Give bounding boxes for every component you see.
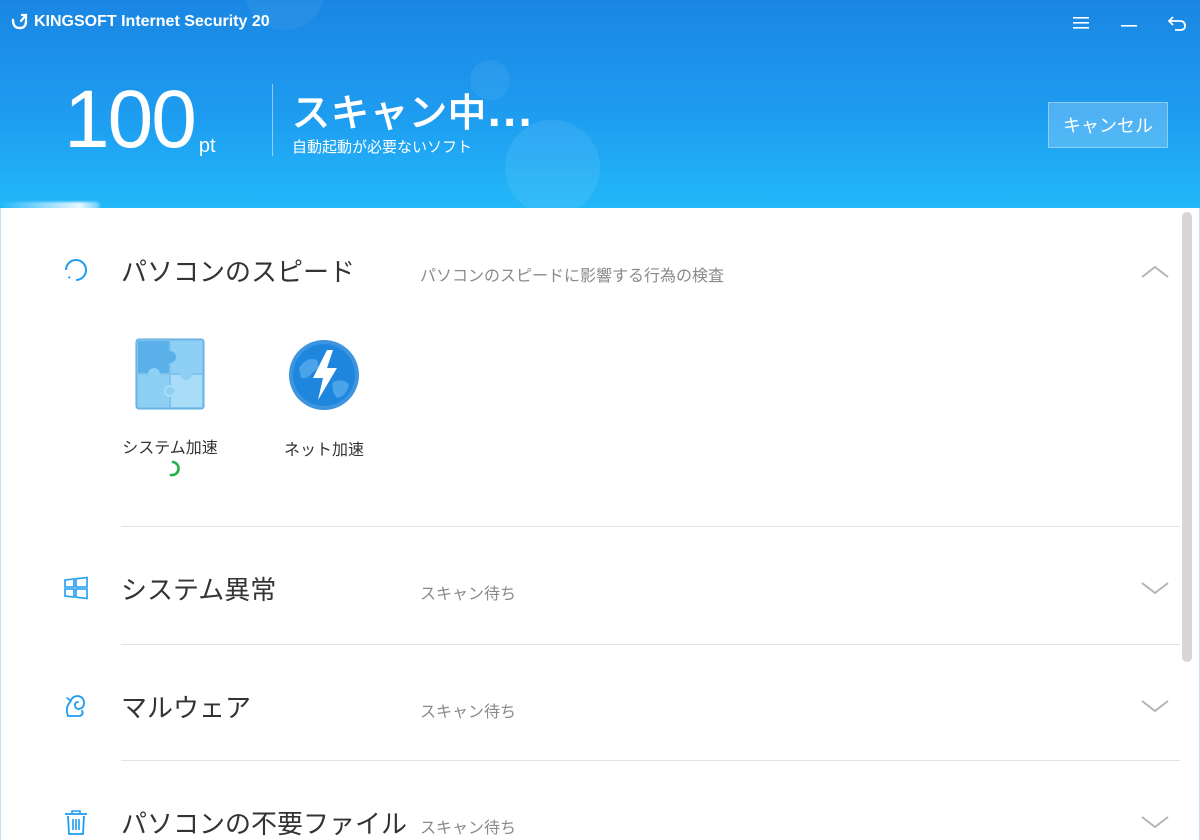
- minimize-button[interactable]: [1118, 10, 1140, 36]
- scan-status-subtitle: 自動起動が必要ないソフト: [292, 138, 473, 156]
- cancel-button[interactable]: キャンセル: [1048, 102, 1168, 148]
- loading-spinner-icon: [169, 460, 180, 477]
- puzzle-icon: [135, 338, 205, 410]
- section-title: パソコンの不要ファイル: [121, 810, 408, 840]
- section-description: スキャン待ち: [420, 584, 517, 603]
- security-score: 100 pt: [64, 74, 216, 165]
- section-title: パソコンのスピード: [121, 258, 356, 288]
- menu-icon: [1073, 17, 1089, 29]
- chevron-down-icon[interactable]: [1140, 814, 1170, 830]
- menu-button[interactable]: [1070, 10, 1092, 36]
- tile-label: ネット加速: [283, 440, 364, 459]
- chevron-up-icon[interactable]: [1140, 264, 1170, 280]
- section-divider: [121, 526, 1180, 527]
- scrollbar-thumb[interactable]: [1182, 212, 1192, 662]
- app-title: KINGSOFT Internet Security 20: [34, 13, 270, 30]
- app-logo: KINGSOFT Internet Security 20: [10, 12, 270, 32]
- section-description: スキャン待ち: [420, 818, 517, 837]
- window-controls: [1070, 10, 1188, 36]
- back-button[interactable]: [1166, 10, 1188, 36]
- trash-icon: [65, 810, 87, 835]
- chevron-down-icon[interactable]: [1140, 580, 1170, 596]
- scan-status-title: スキャン中...: [292, 91, 534, 135]
- windows-icon: [64, 576, 88, 600]
- header-divider: [272, 84, 273, 156]
- kingsoft-logo-icon: [11, 13, 28, 30]
- minimize-icon: [1121, 25, 1137, 27]
- tile-system-boost[interactable]: システム加速: [100, 338, 240, 458]
- section-title: システム異常: [121, 576, 277, 606]
- score-unit: pt: [198, 135, 216, 157]
- section-title: マルウェア: [121, 694, 252, 724]
- section-description: パソコンのスピードに影響する行為の検査: [420, 266, 725, 285]
- back-icon: [1168, 16, 1186, 31]
- tile-net-boost[interactable]: ネット加速: [254, 338, 394, 460]
- section-system-anomalies[interactable]: システム異常 スキャン待ち: [0, 558, 1180, 618]
- section-divider: [121, 760, 1180, 761]
- section-junk-files[interactable]: パソコンの不要ファイル スキャン待ち: [0, 792, 1180, 840]
- section-divider: [121, 644, 1180, 645]
- malware-icon: [65, 695, 85, 717]
- section-pc-speed[interactable]: パソコンのスピード パソコンのスピードに影響する行為の検査: [0, 240, 1180, 300]
- section-description: スキャン待ち: [420, 702, 517, 721]
- header-banner: KINGSOFT Internet Security 20 100 pt スキャ…: [0, 0, 1200, 208]
- score-value: 100: [64, 74, 197, 165]
- chevron-down-icon[interactable]: [1140, 698, 1170, 714]
- scan-results-panel: [0, 208, 1200, 840]
- globe-lightning-icon: [289, 340, 359, 410]
- section-malware[interactable]: マルウェア スキャン待ち: [0, 676, 1180, 736]
- spinner-icon: [65, 259, 87, 281]
- tile-label: システム加速: [122, 438, 218, 457]
